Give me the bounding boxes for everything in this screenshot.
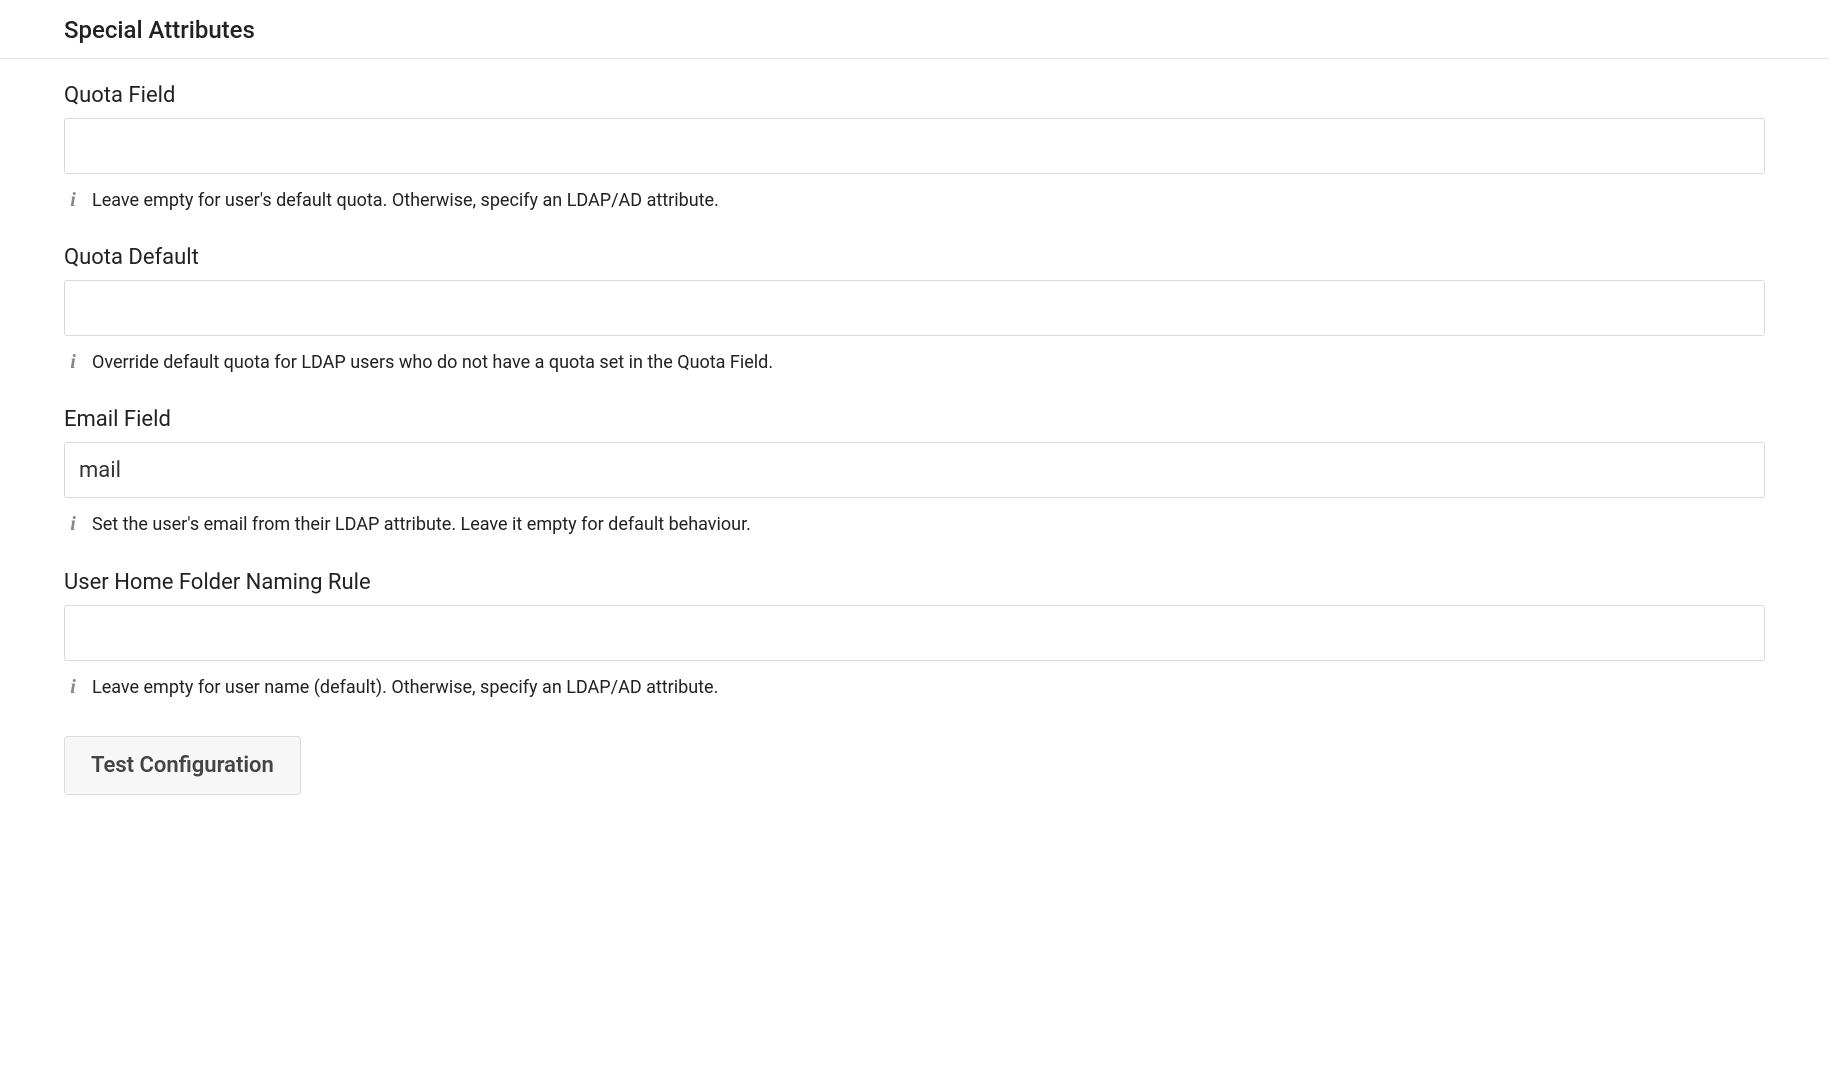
info-icon: i [64, 189, 82, 212]
email-field-hint: Set the user's email from their LDAP att… [92, 512, 751, 537]
button-row: Test Configuration [64, 736, 1765, 795]
quota-field-label: Quota Field [64, 83, 1765, 108]
quota-default-hint-row: i Override default quota for LDAP users … [64, 350, 1765, 375]
quota-field-input[interactable] [64, 118, 1765, 174]
home-folder-rule-label: User Home Folder Naming Rule [64, 570, 1765, 595]
section-title: Special Attributes [64, 16, 1765, 44]
quota-default-label: Quota Default [64, 245, 1765, 270]
quota-default-group: Quota Default i Override default quota f… [64, 245, 1765, 375]
home-folder-rule-group: User Home Folder Naming Rule i Leave emp… [64, 570, 1765, 700]
quota-field-hint-row: i Leave empty for user's default quota. … [64, 188, 1765, 213]
email-field-hint-row: i Set the user's email from their LDAP a… [64, 512, 1765, 537]
quota-default-input[interactable] [64, 280, 1765, 336]
info-icon: i [64, 513, 82, 536]
email-field-input[interactable] [64, 442, 1765, 498]
home-folder-rule-hint-row: i Leave empty for user name (default). O… [64, 675, 1765, 700]
quota-default-hint: Override default quota for LDAP users wh… [92, 350, 773, 375]
email-field-group: Email Field i Set the user's email from … [64, 407, 1765, 537]
test-configuration-button[interactable]: Test Configuration [64, 736, 301, 795]
home-folder-rule-hint: Leave empty for user name (default). Oth… [92, 675, 718, 700]
section-header: Special Attributes [0, 0, 1829, 59]
quota-field-hint: Leave empty for user's default quota. Ot… [92, 188, 719, 213]
quota-field-group: Quota Field i Leave empty for user's def… [64, 83, 1765, 213]
info-icon: i [64, 351, 82, 374]
home-folder-rule-input[interactable] [64, 605, 1765, 661]
email-field-label: Email Field [64, 407, 1765, 432]
info-icon: i [64, 676, 82, 699]
